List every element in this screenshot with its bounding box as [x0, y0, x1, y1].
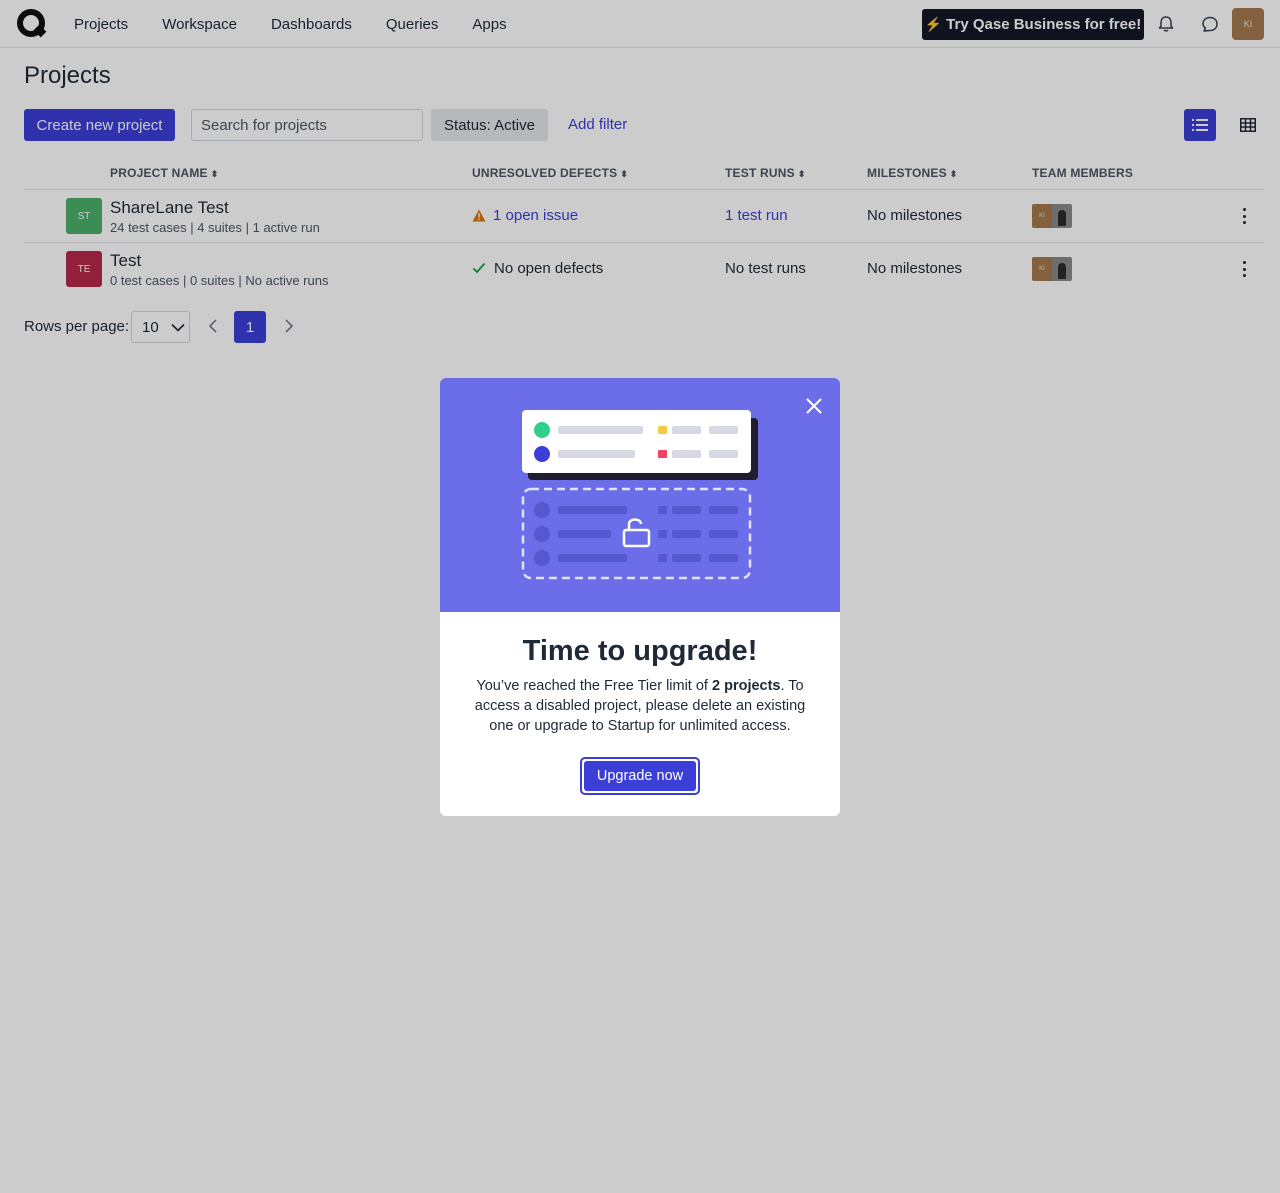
upgrade-now-label: Upgrade now: [584, 761, 696, 791]
upgrade-modal: Time to upgrade! You’ve reached the Free…: [440, 378, 840, 816]
modal-text-start: You’ve reached the Free Tier limit of: [476, 678, 712, 694]
close-icon[interactable]: [802, 394, 826, 418]
modal-text-limit: 2 projects: [712, 678, 781, 694]
modal-title: Time to upgrade!: [522, 635, 758, 667]
upgrade-illustration: [440, 378, 840, 612]
modal-description: You’ve reached the Free Tier limit of 2 …: [464, 676, 816, 736]
unlock-illustration-icon: [521, 410, 758, 580]
upgrade-now-button[interactable]: Upgrade now: [580, 757, 700, 795]
